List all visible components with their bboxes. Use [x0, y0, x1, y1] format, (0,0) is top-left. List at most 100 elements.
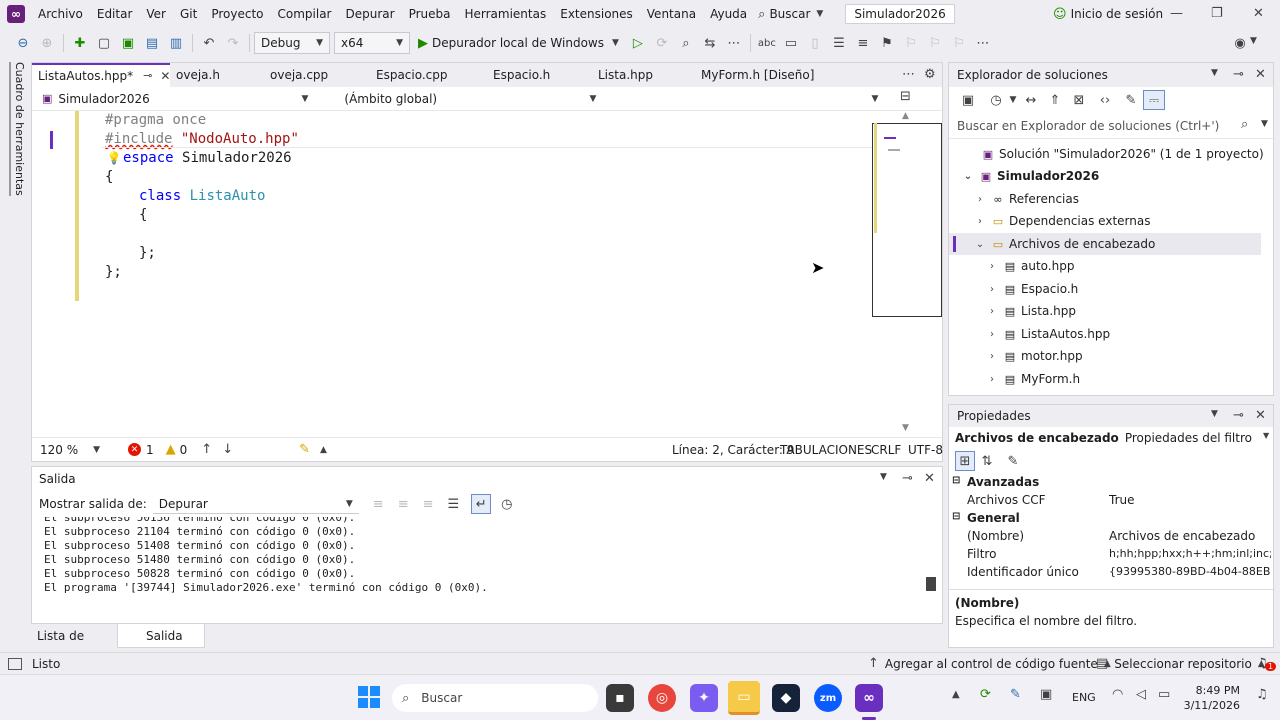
spell-check-icon[interactable]: abc	[756, 32, 778, 54]
property-row[interactable]: Identificador único {93995380-89BD-4b04-…	[949, 565, 1273, 583]
notification-center-icon[interactable]: ♫	[1256, 687, 1268, 702]
chevron-right-icon[interactable]: ›	[985, 284, 999, 295]
browser-link-icon[interactable]: ⇆	[699, 32, 721, 54]
clear-bookmarks-icon[interactable]: ⚐	[948, 32, 970, 54]
chrome-icon[interactable]: ◎	[648, 684, 676, 712]
arrow-down-icon[interactable]: ↓	[222, 442, 233, 457]
tree-file[interactable]: › ▤ MyForm.h	[985, 368, 1080, 390]
menu-depurar[interactable]: Depurar	[338, 0, 401, 28]
code-cleanup-icon[interactable]: ✎	[299, 442, 310, 457]
file-explorer-icon[interactable]: ▭	[728, 681, 760, 715]
property-row[interactable]: (Nombre) Archivos de encabezado	[949, 529, 1273, 547]
more-icon[interactable]: ⋯	[972, 32, 994, 54]
solution-search[interactable]: Buscar en Explorador de soluciones (Ctrl…	[949, 113, 1273, 139]
minimap-viewport[interactable]	[872, 123, 942, 317]
categorized-icon[interactable]: ⊞	[955, 451, 975, 471]
clock[interactable]: 8:49 PM 3/11/2026	[1182, 683, 1240, 713]
alphabetical-icon[interactable]: ⇅	[977, 454, 997, 469]
tree-file[interactable]: › ▤ Espacio.h	[985, 278, 1078, 300]
chevron-down-icon[interactable]: ⌄	[973, 239, 987, 250]
properties-wrench-icon[interactable]: ✎	[1119, 93, 1143, 108]
copilot-icon[interactable]: ◉	[1229, 32, 1251, 54]
speaker-icon[interactable]: ◁	[1136, 687, 1146, 702]
clipchamp-icon[interactable]: ◆	[772, 684, 800, 712]
chevron-down-icon[interactable]: ▼	[1211, 409, 1218, 419]
bookmark-icon[interactable]: ⚑	[876, 32, 898, 54]
close-panel-icon[interactable]: ✕	[1255, 408, 1266, 423]
menu-compilar[interactable]: Compilar	[271, 0, 339, 28]
output-window-icon[interactable]	[8, 657, 22, 670]
tab-output[interactable]: Salida	[117, 624, 205, 648]
clear-all-icon[interactable]: ☰	[448, 497, 460, 512]
scroll-down-icon[interactable]: ▼	[902, 423, 909, 433]
chevron-down-icon[interactable]: ▼	[1007, 95, 1019, 105]
tab-oveja-h[interactable]: oveja.h	[170, 63, 264, 87]
menu-ayuda[interactable]: Ayuda	[703, 0, 754, 28]
more-tabs-icon[interactable]: ⋯	[902, 67, 915, 82]
maximize-icon[interactable]: ❐	[1211, 6, 1223, 21]
collapse-icon[interactable]: ⊟	[952, 475, 960, 486]
visual-studio-taskbar-icon[interactable]: ∞	[855, 684, 883, 712]
tree-file[interactable]: › ▤ auto.hpp	[985, 255, 1074, 277]
prev-message-icon[interactable]: ≡	[398, 497, 409, 512]
copilot-app-icon[interactable]: ✦	[690, 684, 718, 712]
visual-studio-logo-icon[interactable]: ∞	[7, 5, 25, 23]
forward-icon[interactable]: ⊕	[36, 32, 58, 54]
arrow-up-icon[interactable]: ↑	[201, 442, 212, 457]
tree-file[interactable]: › ▤ ListaAutos.hpp	[985, 323, 1110, 345]
pin-icon[interactable]: ⊸	[1233, 67, 1244, 82]
tab-error-list[interactable]: Lista de errores	[31, 624, 117, 667]
code-area[interactable]: #pragma once #include "NodoAuto.hpp" 💡 es…	[32, 111, 872, 437]
split-editor-icon[interactable]: ⊟	[900, 89, 911, 104]
property-category[interactable]: ⊟ General	[949, 511, 1273, 529]
close-window-icon[interactable]: ✕	[1253, 6, 1264, 21]
close-tab-icon[interactable]: ✕	[160, 66, 170, 86]
output-source-dropdown[interactable]: Depurar ▼	[152, 494, 359, 514]
pin-icon[interactable]: ⊸	[143, 66, 152, 86]
menu-editar[interactable]: Editar	[90, 0, 140, 28]
preview-selected-icon[interactable]: ⎓	[1143, 90, 1165, 110]
properties-object-selector[interactable]: Archivos de encabezado Propiedades del f…	[949, 427, 1273, 449]
tab-espacio-h[interactable]: Espacio.h	[487, 63, 592, 87]
menu-extensiones[interactable]: Extensiones	[553, 0, 640, 28]
chevron-right-icon[interactable]: ›	[985, 351, 999, 362]
notifications[interactable]: ♫ 1	[1256, 656, 1277, 671]
add-to-source-control[interactable]: ↑ Agregar al control de código fuente ▲	[868, 656, 1111, 671]
next-bookmark-icon[interactable]: ⚐	[924, 32, 946, 54]
chevron-right-icon[interactable]: ›	[973, 216, 987, 227]
uncomment-icon[interactable]: ▯	[804, 32, 826, 54]
tree-header-files[interactable]: ⌄ ▭ Archivos de encabezado	[949, 233, 1261, 255]
menu-archivo[interactable]: Archivo	[31, 0, 90, 28]
start-without-debug-icon[interactable]: ▷	[627, 32, 649, 54]
next-message-icon[interactable]: ≡	[423, 497, 434, 512]
history-icon[interactable]: ◷	[985, 93, 1007, 108]
close-panel-icon[interactable]: ✕	[924, 471, 935, 486]
collapse-icon[interactable]: ⊟	[952, 511, 960, 522]
menu-ventana[interactable]: Ventana	[640, 0, 703, 28]
menu-search[interactable]: ⌕ Buscar ▼	[758, 7, 823, 22]
property-category[interactable]: ⊟ Avanzadas	[949, 475, 1273, 493]
lightbulb-icon[interactable]: 💡	[105, 149, 123, 168]
zoom-app-icon[interactable]: zm	[814, 684, 842, 712]
word-wrap-icon[interactable]: ↵	[471, 494, 492, 514]
sign-in[interactable]: ☺ Inicio de sesión	[1053, 7, 1163, 22]
tab-listaautos[interactable]: ListaAutos.hpp* ⊸ ✕	[32, 63, 170, 87]
pin-icon[interactable]: ⊸	[902, 471, 913, 486]
tree-references[interactable]: › ∞ Referencias	[973, 188, 1079, 210]
task-view-icon[interactable]: ▪	[606, 684, 634, 712]
settings-gear-icon[interactable]: ⚙	[924, 67, 936, 82]
file-encoding[interactable]: UTF-8	[908, 443, 943, 457]
run-debugger-button[interactable]: ▶ Depurador local de Windows ▼	[418, 36, 619, 51]
find-in-files-icon[interactable]: ⌕	[675, 32, 697, 54]
zoom-dropdown[interactable]: 120 % ▼	[40, 443, 100, 457]
config-dropdown[interactable]: Debug ▼	[254, 32, 330, 54]
chevron-right-icon[interactable]: ›	[985, 306, 999, 317]
cursor-position[interactable]: Línea: 2, Carácter: 9	[672, 443, 794, 457]
line-endings[interactable]: CRLF	[871, 443, 901, 457]
indent-mode[interactable]: TABULACIONES	[780, 443, 872, 457]
find-message-icon[interactable]: ≡	[373, 497, 384, 512]
collapse-all-icon[interactable]: ⇑	[1043, 93, 1067, 108]
tree-file[interactable]: › ▤ Lista.hpp	[985, 300, 1076, 322]
switch-views-icon[interactable]: ↔	[1019, 93, 1043, 108]
tree-solution[interactable]: ▣ Solución "Simulador2026" (1 de 1 proye…	[977, 143, 1264, 165]
